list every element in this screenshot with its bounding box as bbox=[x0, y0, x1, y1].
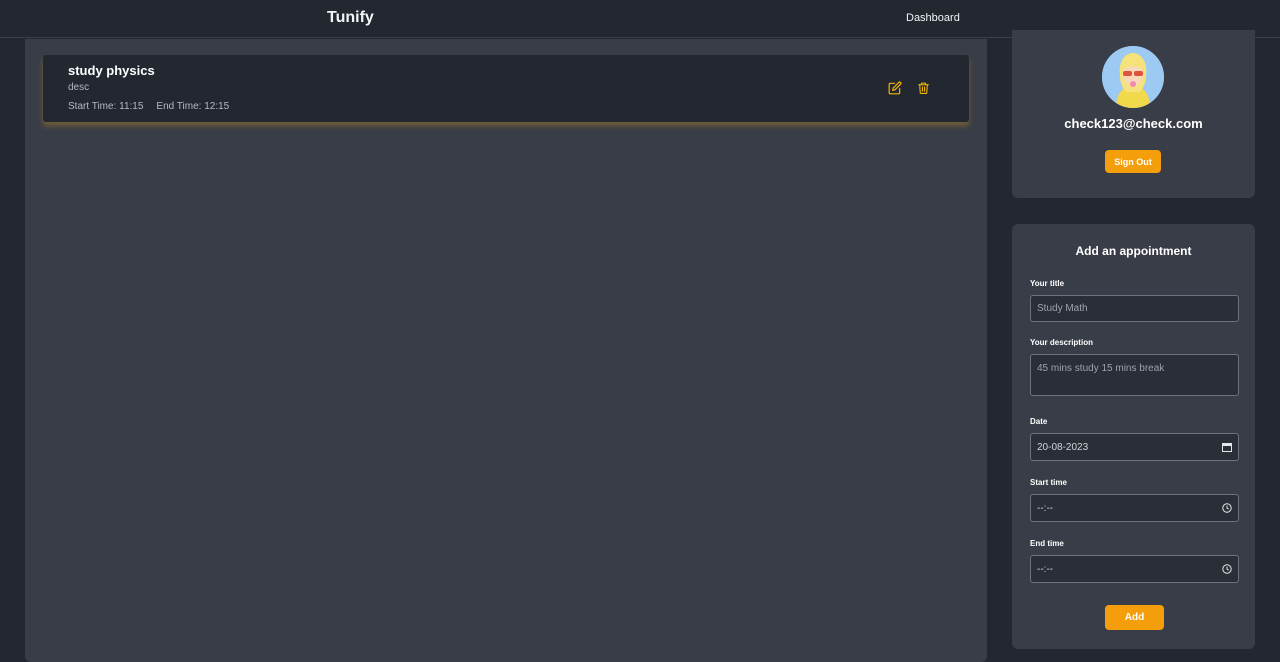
brand-logo[interactable]: Tunify bbox=[327, 9, 374, 27]
end-time-label: End time bbox=[1030, 539, 1064, 548]
appointments-list: study physics desc Start Time: 11:15 End … bbox=[25, 39, 987, 662]
start-time-value: --:-- bbox=[1037, 502, 1054, 514]
calendar-icon[interactable] bbox=[1222, 442, 1232, 452]
avatar bbox=[1102, 46, 1164, 108]
appointment-times: Start Time: 11:15 End Time: 12:15 bbox=[68, 101, 229, 112]
title-input[interactable] bbox=[1030, 295, 1239, 322]
appointment-card: study physics desc Start Time: 11:15 End … bbox=[43, 55, 969, 122]
start-time-label: Start time bbox=[1030, 478, 1067, 487]
description-textarea[interactable] bbox=[1030, 354, 1239, 396]
profile-panel: check123@check.com Sign Out bbox=[1012, 30, 1255, 198]
appointment-description: desc bbox=[68, 82, 90, 93]
add-button[interactable]: Add bbox=[1105, 605, 1164, 630]
appointment-start-time: Start Time: 11:15 bbox=[68, 101, 144, 112]
end-time-input[interactable]: --:-- bbox=[1030, 555, 1239, 583]
trash-icon[interactable] bbox=[915, 80, 931, 96]
form-title: Add an appointment bbox=[1075, 244, 1192, 258]
appointment-end-time: End Time: 12:15 bbox=[156, 101, 230, 112]
clock-icon[interactable] bbox=[1222, 503, 1232, 513]
date-label: Date bbox=[1030, 417, 1048, 426]
start-time-input[interactable]: --:-- bbox=[1030, 494, 1239, 522]
clock-icon[interactable] bbox=[1222, 564, 1232, 574]
title-label: Your title bbox=[1030, 279, 1065, 288]
add-appointment-form: Add an appointment Your title Your descr… bbox=[1012, 224, 1255, 649]
nav-dashboard-link[interactable]: Dashboard bbox=[906, 12, 960, 24]
end-time-value: --:-- bbox=[1037, 563, 1054, 575]
date-input[interactable]: 20-08-2023 bbox=[1030, 433, 1239, 461]
user-email: check123@check.com bbox=[1064, 116, 1203, 131]
sign-out-button[interactable]: Sign Out bbox=[1105, 150, 1161, 173]
date-value: 20-08-2023 bbox=[1037, 441, 1089, 453]
edit-icon[interactable] bbox=[887, 80, 903, 96]
description-label: Your description bbox=[1030, 338, 1093, 347]
appointment-title: study physics bbox=[68, 63, 155, 78]
